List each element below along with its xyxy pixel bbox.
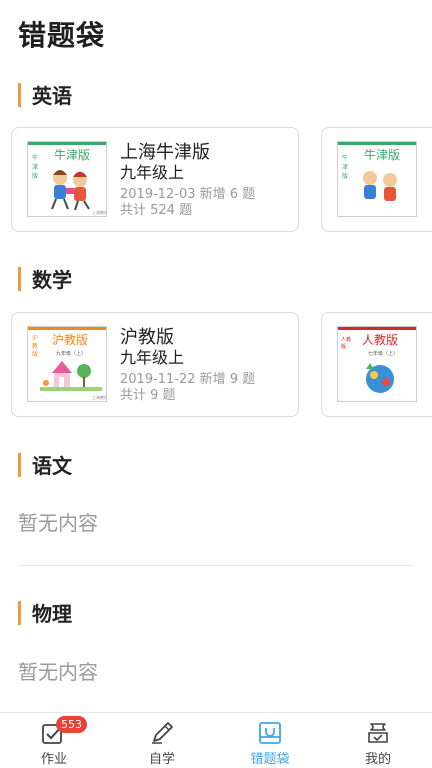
cover-label: 沪教版 — [52, 332, 88, 347]
bottom-tab-bar: 553 作业 自学 错题袋 我的 — [0, 712, 432, 768]
tab-label: 我的 — [364, 752, 391, 767]
section-accent-bar — [18, 266, 21, 291]
empty-placeholder-physics: 暂无内容 — [18, 660, 98, 684]
book-date-new: 2019-11-22 新增 9 题 — [120, 372, 256, 387]
section-title-chinese: 语文 — [32, 454, 72, 478]
book-card-renjiao-partial[interactable]: 人教版 人教 版 七年级（上） — [321, 312, 432, 417]
book-cover-oxford: 牛津版 牛 津 版 上海教育 — [27, 141, 107, 217]
svg-text:牛: 牛 — [32, 154, 38, 162]
profile-icon — [364, 720, 392, 746]
book-card-shanghai-oxford[interactable]: 牛津版 牛 津 版 上海教育 上海牛津版 九年级上 2019-12-03 新增 … — [11, 127, 299, 232]
book-cover-hujiao: 沪教版 沪 教 版 九年级（上） 上海教育 — [27, 326, 107, 402]
book-title: 沪教版 — [120, 327, 174, 348]
english-book-row[interactable]: 牛津版 牛 津 版 上海教育 上海牛津版 九年级上 2019-12-03 新增 … — [11, 127, 432, 232]
section-header-chinese: 语文 — [18, 450, 72, 479]
svg-text:教: 教 — [32, 342, 38, 350]
svg-text:上海教育: 上海教育 — [92, 209, 107, 215]
tab-label: 自学 — [148, 752, 175, 767]
tab-self-study[interactable]: 自学 — [108, 713, 216, 768]
svg-text:津: 津 — [32, 164, 38, 171]
svg-text:人教: 人教 — [341, 336, 351, 343]
book-info: 上海牛津版 九年级上 2019-12-03 新增 6 题 共计 524 题 — [120, 142, 295, 219]
section-accent-bar — [18, 452, 21, 477]
svg-text:版: 版 — [32, 172, 38, 180]
svg-text:七年级（上）: 七年级（上） — [368, 350, 398, 357]
book-cover-renjiao: 人教版 人教 版 七年级（上） — [337, 326, 417, 402]
section-divider — [18, 565, 414, 566]
tab-label: 错题袋 — [250, 752, 290, 767]
svg-text:版: 版 — [342, 172, 348, 180]
section-accent-bar — [18, 82, 21, 107]
cover-label: 牛津版 — [54, 147, 90, 162]
section-title-math: 数学 — [32, 268, 72, 292]
tab-mine[interactable]: 我的 — [324, 713, 432, 768]
book-cover-oxford: 牛津版 牛 津 版 — [337, 141, 417, 217]
book-card-oxford-partial[interactable]: 牛津版 牛 津 版 — [321, 127, 432, 232]
pencil-icon — [148, 720, 176, 746]
svg-text:上海教育: 上海教育 — [92, 394, 107, 400]
book-info: 沪教版 九年级上 2019-11-22 新增 9 题 共计 9 题 — [120, 327, 295, 404]
svg-text:版: 版 — [341, 343, 346, 350]
bag-icon — [256, 720, 284, 746]
book-total: 共计 9 题 — [120, 388, 176, 403]
book-grade: 九年级上 — [120, 163, 185, 182]
book-date-new: 2019-12-03 新增 6 题 — [120, 187, 256, 202]
section-title-physics: 物理 — [32, 602, 72, 626]
svg-text:沪: 沪 — [32, 334, 38, 342]
cover-label: 人教版 — [362, 332, 398, 347]
svg-text:津: 津 — [342, 164, 348, 171]
empty-placeholder-chinese: 暂无内容 — [18, 511, 98, 535]
section-accent-bar — [18, 600, 21, 625]
tab-label: 作业 — [40, 752, 67, 767]
svg-text:版: 版 — [32, 350, 38, 358]
svg-text:九年级（上）: 九年级（上） — [56, 350, 86, 357]
book-title: 上海牛津版 — [120, 142, 210, 163]
section-header-english: 英语 — [18, 80, 72, 109]
tab-mistake-bag[interactable]: 错题袋 — [216, 713, 324, 768]
notification-badge: 553 — [56, 716, 87, 733]
book-grade: 九年级上 — [120, 348, 185, 367]
section-header-math: 数学 — [18, 264, 72, 293]
cover-label: 牛津版 — [364, 147, 400, 162]
page-title: 错题袋 — [18, 19, 106, 52]
book-card-hujiao[interactable]: 沪教版 沪 教 版 九年级（上） 上海教育 沪教版 九年级上 2019-11-2… — [11, 312, 299, 417]
svg-text:牛: 牛 — [342, 154, 348, 162]
section-title-english: 英语 — [32, 84, 72, 108]
math-book-row[interactable]: 沪教版 沪 教 版 九年级（上） 上海教育 沪教版 九年级上 2019-11-2… — [11, 312, 432, 417]
section-header-physics: 物理 — [18, 598, 72, 627]
tab-homework[interactable]: 553 作业 — [0, 713, 108, 768]
book-total: 共计 524 题 — [120, 203, 193, 218]
